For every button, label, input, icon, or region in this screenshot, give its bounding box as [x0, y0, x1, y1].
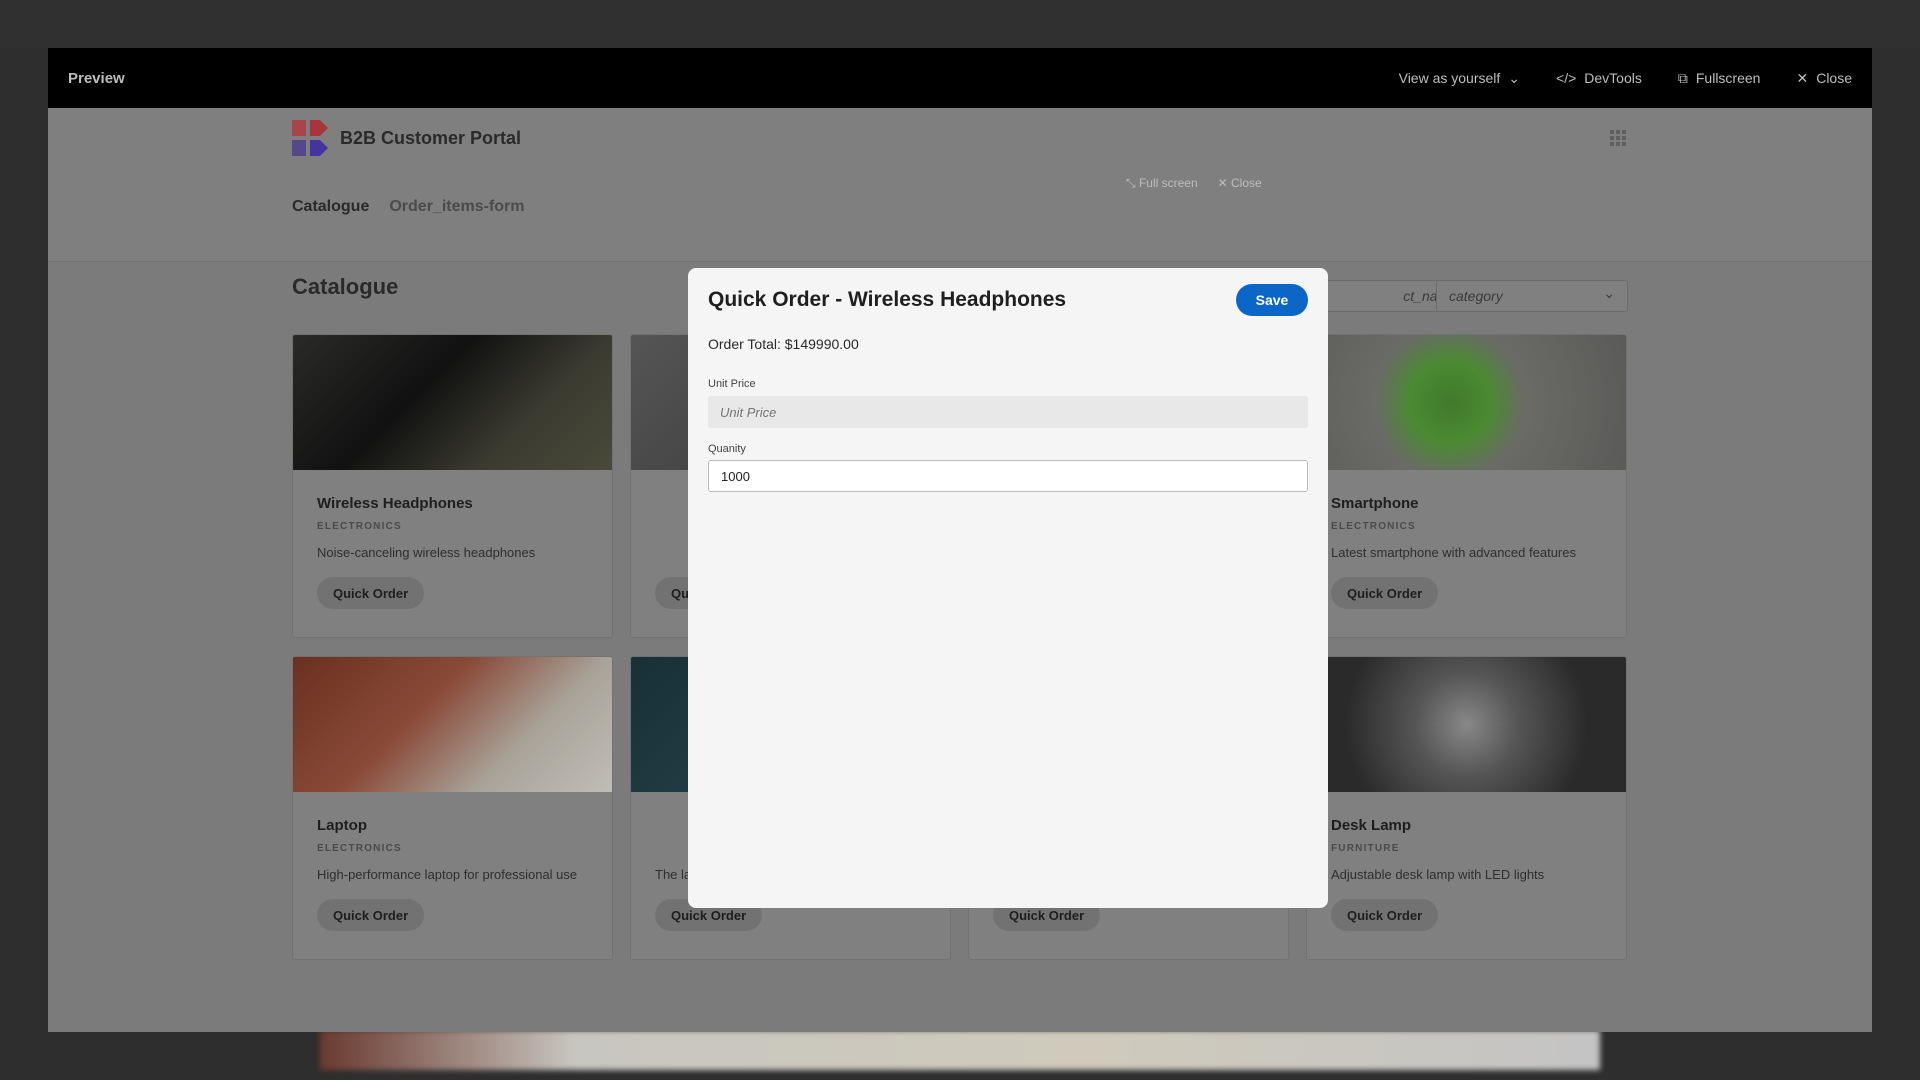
product-name: Wireless Headphones — [317, 495, 473, 512]
save-button[interactable]: Save — [1236, 284, 1308, 316]
quick-order-modal: Quick Order - Wireless Headphones Save O… — [688, 268, 1328, 908]
product-name: Desk Lamp — [1331, 817, 1412, 834]
product-image — [1307, 335, 1626, 470]
product-card: Desk Lamp FURNITURE Adjustable desk lamp… — [1306, 656, 1627, 960]
quantity-label: Quanity — [708, 443, 746, 455]
product-card: Wireless Headphones ELECTRONICS Noise-ca… — [292, 334, 613, 638]
product-description: Adjustable desk lamp with LED lights — [1331, 867, 1545, 882]
close-label: Close — [1816, 70, 1852, 86]
unit-price-label: Unit Price — [708, 378, 756, 390]
unit-price-input[interactable] — [708, 396, 1308, 428]
product-description: Noise-canceling wireless headphones — [317, 545, 536, 560]
code-icon: </> — [1556, 70, 1577, 86]
product-description: Latest smartphone with advanced features — [1331, 545, 1576, 560]
close-icon: ✕ — [1796, 69, 1809, 86]
order-total: Order Total: $149990.00 — [708, 336, 859, 352]
fullscreen-button[interactable]: ⧉ Fullscreen — [1678, 70, 1761, 87]
product-card: Smartphone ELECTRONICS Latest smartphone… — [1306, 334, 1627, 638]
product-category: ELECTRONICS — [317, 521, 402, 532]
product-name: Smartphone — [1331, 495, 1419, 512]
devtools-button[interactable]: </> DevTools — [1556, 70, 1642, 86]
preview-header: Preview View as yourself ⌄ </> DevTools ⧉ F… — [48, 48, 1872, 108]
quick-order-button[interactable]: Quick Order — [1331, 577, 1439, 609]
category-select[interactable]: category ⌄ — [1436, 280, 1628, 312]
category-placeholder: category — [1449, 288, 1503, 304]
full-screen-label: Full screen — [1138, 176, 1198, 190]
preview-title: Preview — [68, 69, 125, 87]
app-logo — [292, 120, 328, 156]
product-category: FURNITURE — [1331, 843, 1400, 854]
page-title: Catalogue — [292, 274, 399, 299]
quantity-input[interactable] — [708, 460, 1308, 492]
modal-close-label: Close — [1231, 176, 1262, 190]
view-as-label: View as yourself — [1398, 70, 1501, 86]
product-image — [293, 657, 612, 792]
chevron-down-icon: ⌄ — [1508, 69, 1521, 86]
modal-close-button[interactable]: ✕ Close — [1218, 176, 1262, 191]
close-preview-button[interactable]: ✕ Close — [1796, 70, 1852, 87]
quick-order-button[interactable]: Quick Order — [1331, 899, 1439, 931]
tab-order-items-form[interactable]: Order_items-form — [389, 198, 524, 216]
external-icon: ⧉ — [1677, 69, 1688, 86]
product-image — [293, 335, 612, 470]
view-as-dropdown[interactable]: View as yourself ⌄ — [1399, 70, 1520, 87]
modal-full-screen-button[interactable]: ⤡ Full screen — [1126, 176, 1198, 191]
product-category: ELECTRONICS — [1331, 521, 1416, 532]
fullscreen-label: Fullscreen — [1695, 70, 1761, 86]
chevron-down-icon: ⌄ — [1603, 285, 1615, 301]
product-card: Laptop ELECTRONICS High-performance lapt… — [292, 656, 613, 960]
product-image — [1307, 657, 1626, 792]
preview-window: Preview View as yourself ⌄ </> DevTools ⧉ F… — [48, 48, 1872, 1032]
background-content — [320, 1030, 1600, 1070]
product-category: ELECTRONICS — [317, 843, 402, 854]
devtools-label: DevTools — [1584, 70, 1642, 86]
product-description: High-performance laptop for professional… — [317, 867, 578, 882]
app-grid-icon[interactable] — [1610, 130, 1626, 146]
quick-order-button[interactable]: Quick Order — [317, 899, 425, 931]
product-name: Laptop — [317, 817, 367, 834]
tab-catalogue[interactable]: Catalogue — [292, 198, 369, 216]
background-app-bar — [0, 0, 1920, 48]
modal-title: Quick Order - Wireless Headphones — [708, 288, 1067, 311]
app-title: B2B Customer Portal — [340, 128, 522, 148]
quick-order-button[interactable]: Quick Order — [317, 577, 425, 609]
